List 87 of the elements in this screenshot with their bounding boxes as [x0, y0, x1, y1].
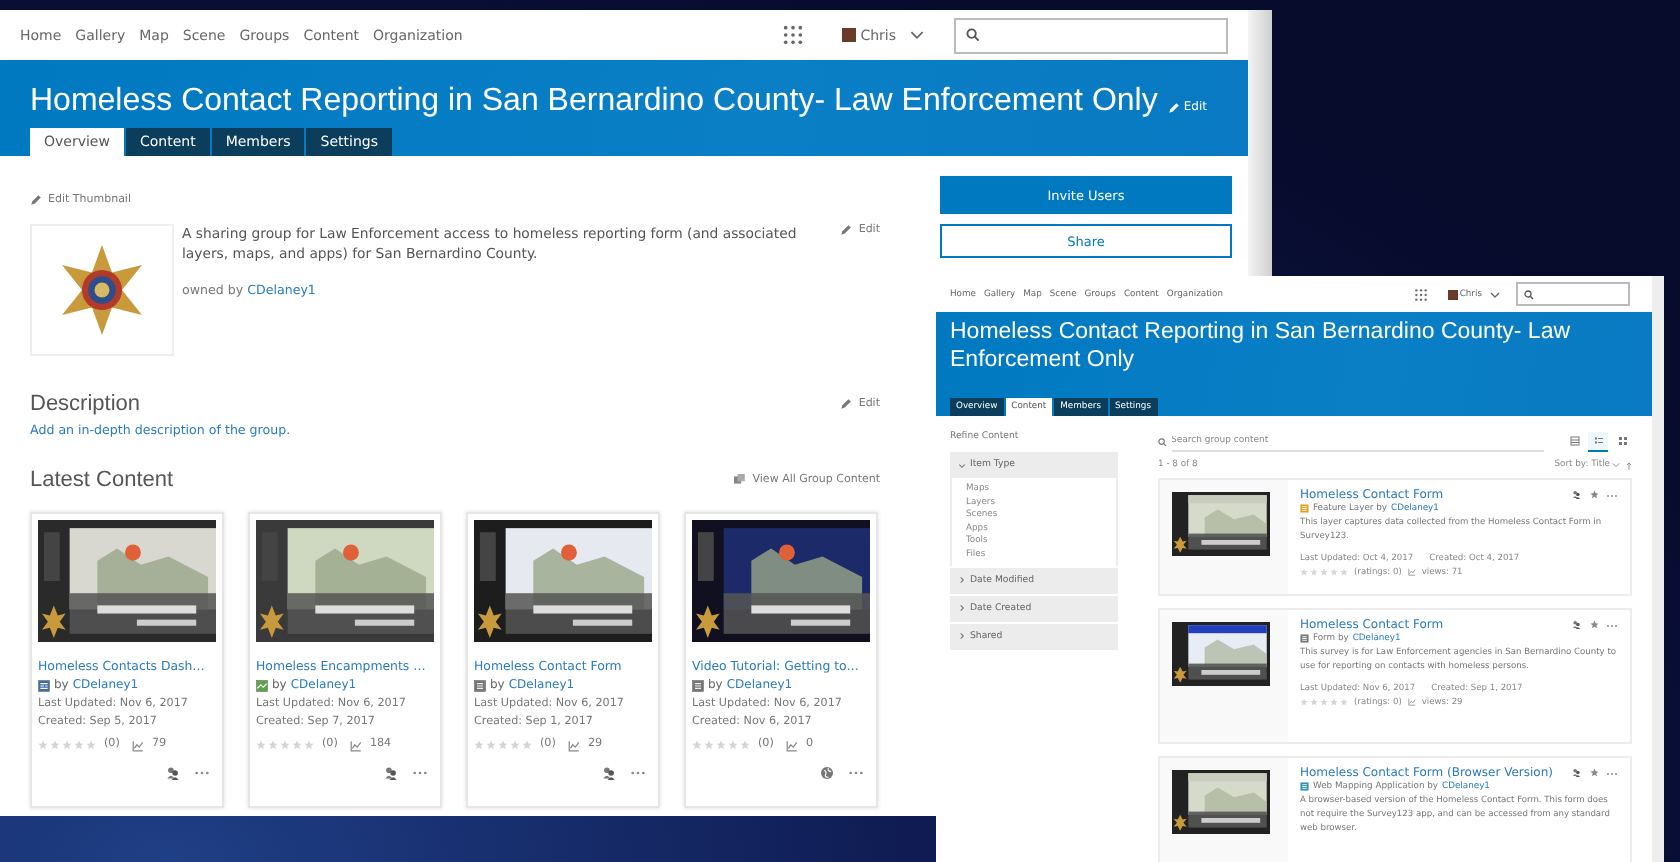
star-icon[interactable] — [486, 740, 496, 751]
app-type-icon — [1300, 782, 1309, 792]
pencil-icon — [840, 224, 853, 236]
star-icon[interactable] — [1300, 568, 1308, 577]
star-icon[interactable] — [474, 740, 484, 751]
star-icon[interactable] — [86, 740, 96, 751]
star-icon[interactable] — [704, 740, 714, 751]
star-icon[interactable] — [1310, 698, 1318, 707]
star-icon[interactable] — [716, 740, 726, 751]
grid-view-icon — [1617, 436, 1627, 446]
table-view-button[interactable] — [1564, 432, 1584, 452]
section-heading: Description — [30, 392, 141, 416]
layer-type-icon — [1300, 504, 1309, 514]
scrollbar[interactable] — [1652, 276, 1664, 862]
form-type-icon — [692, 679, 704, 691]
form-type-icon — [474, 679, 486, 691]
more-icon[interactable] — [848, 769, 864, 776]
group-title: Homeless Contact Reporting in San Bernardino County- Law Enforcement Only — [30, 84, 1158, 120]
search-field[interactable] — [954, 17, 1228, 53]
apps-grid-icon[interactable] — [1413, 287, 1428, 301]
star-icon[interactable] — [1589, 490, 1598, 500]
section-heading: Latest Content — [30, 468, 174, 492]
star-icon[interactable] — [522, 740, 532, 751]
star-icon[interactable] — [1320, 698, 1328, 707]
pencil-icon — [30, 194, 42, 206]
sort-arrow-icon[interactable] — [1626, 461, 1632, 469]
more-icon[interactable] — [630, 769, 646, 776]
star-icon[interactable] — [1589, 768, 1598, 778]
content-item-card[interactable] — [1158, 756, 1632, 862]
chevron-down-icon[interactable] — [910, 30, 924, 40]
chevron-down-icon — [1612, 462, 1620, 468]
map-type-icon — [256, 679, 268, 691]
search-icon — [966, 28, 980, 42]
pencil-icon — [840, 398, 853, 410]
dashboard-type-icon — [38, 679, 50, 691]
star-icon[interactable] — [1340, 568, 1348, 577]
star-icon[interactable] — [304, 740, 314, 751]
more-icon[interactable] — [194, 769, 210, 776]
more-icon[interactable] — [412, 769, 428, 776]
apps-grid-icon[interactable] — [782, 24, 805, 46]
search-icon — [1524, 289, 1534, 299]
star-icon[interactable] — [50, 740, 60, 751]
chart-icon — [349, 739, 362, 752]
chart-icon — [785, 739, 798, 752]
pencil-icon — [1167, 101, 1180, 113]
star-icon[interactable] — [1340, 698, 1348, 707]
star-icon[interactable] — [1300, 698, 1308, 707]
star-icon[interactable] — [1330, 568, 1338, 577]
search-icon — [1158, 437, 1167, 447]
star-icon[interactable] — [74, 740, 84, 751]
star-icon[interactable] — [1330, 698, 1338, 707]
search-field[interactable] — [1516, 282, 1630, 306]
avatar-icon — [1447, 289, 1458, 299]
table-view-icon — [1569, 436, 1579, 446]
chart-icon — [567, 739, 580, 752]
star-icon[interactable] — [292, 740, 302, 751]
caret-icon — [958, 632, 966, 640]
star-icon[interactable] — [268, 740, 278, 751]
star-icon[interactable] — [692, 740, 702, 751]
star-icon[interactable] — [38, 740, 48, 751]
chevron-down-icon[interactable] — [1490, 291, 1500, 297]
chart-icon — [1407, 568, 1416, 577]
star-icon[interactable] — [280, 740, 290, 751]
star-icon[interactable] — [62, 740, 72, 751]
star-icon[interactable] — [728, 740, 738, 751]
caret-icon — [958, 576, 966, 584]
content-item-card[interactable] — [1158, 608, 1632, 744]
caret-icon — [958, 461, 966, 469]
group-icon — [1572, 620, 1581, 630]
caret-icon — [958, 604, 966, 612]
group-title: Homeless Contact Reporting in San Bernardino County- Law Enforcement Only — [950, 320, 1573, 376]
list-view-button[interactable] — [1588, 432, 1608, 452]
chart-icon — [131, 739, 144, 752]
stack-icon — [734, 474, 747, 486]
star-icon[interactable] — [740, 740, 750, 751]
star-icon[interactable] — [256, 740, 266, 751]
form-type-icon — [1300, 634, 1309, 644]
star-icon[interactable] — [1320, 568, 1328, 577]
star-icon[interactable] — [498, 740, 508, 751]
scrollbar[interactable] — [1248, 10, 1272, 276]
avatar-icon — [842, 28, 857, 42]
star-icon[interactable] — [1589, 620, 1598, 630]
chart-icon — [1407, 698, 1416, 707]
star-icon[interactable] — [510, 740, 520, 751]
star-icon[interactable] — [1310, 568, 1318, 577]
group-icon — [1572, 490, 1581, 500]
group-icon — [1572, 768, 1581, 778]
